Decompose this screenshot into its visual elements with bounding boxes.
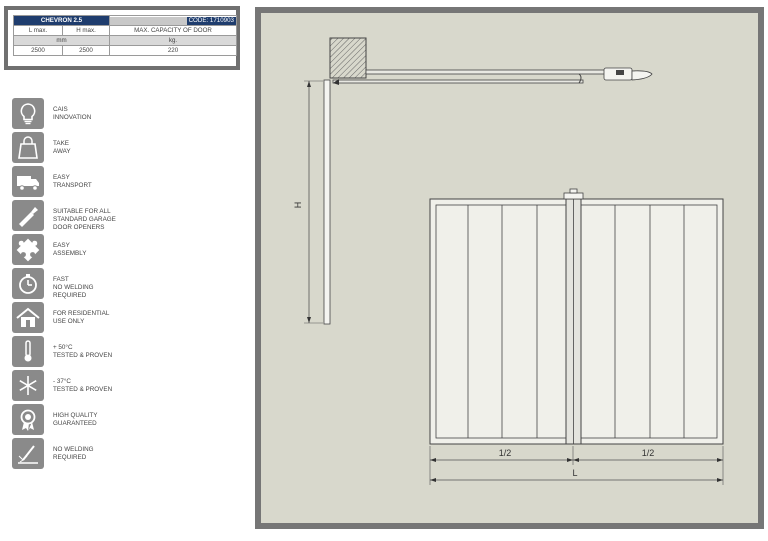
- total-width-dimension: [430, 478, 723, 482]
- feature-label: EASY TRANSPORT: [53, 174, 92, 189]
- half-width-dimension: [429, 446, 724, 485]
- unit-mm: mm: [13, 35, 110, 46]
- feature-item: FOR RESIDENTIAL USE ONLY: [12, 302, 172, 334]
- header-h-max: H max.: [62, 25, 110, 36]
- feature-label: HIGH QUALITY GUARANTEED: [53, 412, 98, 427]
- puzzle-icon: [12, 234, 44, 265]
- feature-item: FAST NO WELDING REQUIRED: [12, 268, 172, 300]
- value-l-max: 2500: [13, 45, 63, 56]
- feature-label: FAST NO WELDING REQUIRED: [53, 276, 94, 299]
- quality-badge-icon: [12, 404, 44, 435]
- value-h-max: 2500: [62, 45, 110, 56]
- house-icon: [12, 302, 44, 333]
- unit-kg: kg.: [109, 35, 237, 46]
- truck-icon: [12, 166, 44, 197]
- spec-table-frame: CHEVRON 2.5 CODE: 1710903 L max. H max. …: [4, 6, 240, 70]
- drawing-canvas: H 1/2 1/2 L: [293, 37, 724, 485]
- feature-label: SUITABLE FOR ALL STANDARD GARAGE DOOR OP…: [53, 208, 116, 231]
- snowflake-icon: [12, 370, 44, 401]
- feature-label: NO WELDING REQUIRED: [53, 446, 94, 461]
- motor-unit: [603, 67, 653, 81]
- stopwatch-icon: [12, 268, 44, 299]
- feature-item: EASY ASSEMBLY: [12, 234, 172, 266]
- model-name: CHEVRON 2.5: [13, 15, 110, 26]
- feature-item: EASY TRANSPORT: [12, 166, 172, 198]
- height-label: H: [293, 202, 303, 209]
- spec-table: CHEVRON 2.5 CODE: 1710903 L max. H max. …: [13, 15, 237, 56]
- door-side-profile: [323, 79, 331, 325]
- header-l-max: L max.: [13, 25, 63, 36]
- width-label: L: [572, 468, 577, 478]
- feature-item: TAKE AWAY: [12, 132, 172, 164]
- opener-rail: [332, 69, 612, 85]
- feature-item: - 37°C TESTED & PROVEN: [12, 370, 172, 402]
- remote-control-icon: [12, 200, 44, 231]
- door-front-view: [429, 188, 724, 445]
- feature-label: - 37°C TESTED & PROVEN: [53, 378, 113, 393]
- feature-item: HIGH QUALITY GUARANTEED: [12, 404, 172, 436]
- wall-block: [329, 37, 367, 79]
- technical-drawing: H 1/2 1/2 L: [255, 7, 764, 529]
- feature-label: TAKE AWAY: [53, 140, 71, 155]
- value-capacity: 220: [109, 45, 237, 56]
- feature-label: EASY ASSEMBLY: [53, 242, 87, 257]
- feature-item: NO WELDING REQUIRED: [12, 438, 172, 470]
- half-label-right: 1/2: [642, 448, 655, 458]
- feature-label: + 50°C TESTED & PROVEN: [53, 344, 113, 359]
- lightbulb-icon: [12, 98, 44, 129]
- feature-label: CAIS INNOVATION: [53, 106, 92, 121]
- product-code: CODE: 1710903: [186, 16, 236, 25]
- header-capacity: MAX. CAPACITY OF DOOR: [109, 25, 237, 36]
- feature-label: FOR RESIDENTIAL USE ONLY: [53, 310, 110, 325]
- feature-item: SUITABLE FOR ALL STANDARD GARAGE DOOR OP…: [12, 200, 172, 232]
- half-label-left: 1/2: [499, 448, 512, 458]
- no-welding-icon: [12, 438, 44, 469]
- shopping-bag-icon: [12, 132, 44, 163]
- feature-item: + 50°C TESTED & PROVEN: [12, 336, 172, 368]
- feature-item: CAIS INNOVATION: [12, 98, 172, 130]
- thermometer-icon: [12, 336, 44, 367]
- height-dimension: [304, 80, 323, 324]
